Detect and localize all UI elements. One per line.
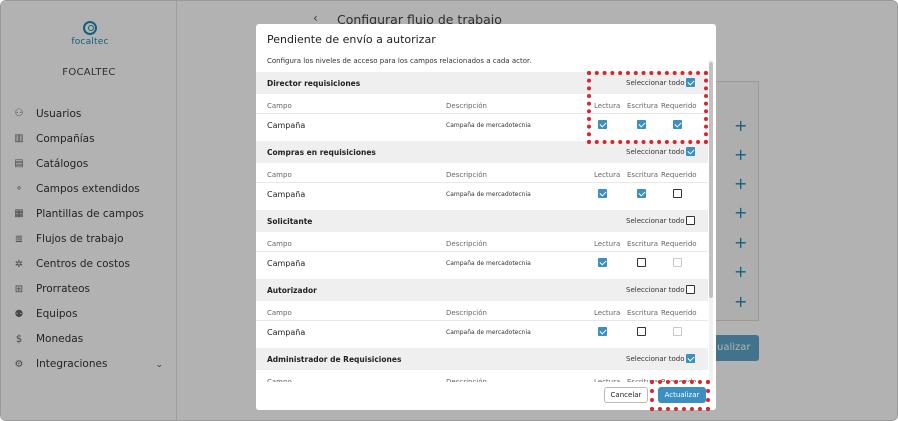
select-all-label: Seleccionar todo [626, 148, 685, 156]
modal-description: Configura los niveles de acceso para los… [267, 57, 532, 65]
modal-footer: Cancelar Actualizar [256, 382, 716, 410]
requerido-checkbox [673, 327, 682, 336]
highlight-update-button [650, 380, 710, 411]
column-header-descripcion: Descripción [446, 240, 487, 248]
column-header-descripcion: Descripción [446, 171, 487, 179]
field-name: Campaña [267, 190, 306, 199]
column-header-campo: Campo [267, 240, 292, 248]
column-header-escritura: Escritura [627, 309, 659, 317]
select-all-checkbox[interactable] [686, 285, 695, 294]
actor-section-header: Administrador de Requisiciones Selecciona… [256, 348, 708, 370]
column-header-row: Campo Descripción Lectura EscrituraRequerid… [256, 163, 708, 183]
lectura-checkbox[interactable] [598, 189, 607, 198]
requerido-checkbox [673, 258, 682, 267]
column-header-row: Campo Descripción Lectura EscrituraRequerid… [256, 232, 708, 252]
column-header-lectura: Lectura [594, 171, 621, 179]
field-description: Campaña de mercadotecnia [446, 260, 531, 267]
lectura-checkbox[interactable] [598, 258, 607, 267]
column-header-lectura: Lectura [594, 309, 621, 317]
column-header-requerido: Requerido [661, 309, 697, 317]
actor-section-header: Solicitante Seleccionar todo [256, 210, 708, 232]
highlight-select-all-box [587, 71, 708, 144]
column-header-requerido: Requerido [661, 240, 697, 248]
lectura-checkbox[interactable] [598, 327, 607, 336]
actor-name: Autorizador [267, 286, 317, 295]
select-all-checkbox[interactable] [686, 216, 695, 225]
column-header-escritura: Escritura [627, 171, 659, 179]
escritura-checkbox[interactable] [637, 327, 646, 336]
table-row: Campaña Campaña de mercadotecnia [256, 321, 708, 343]
actor-name: Administrador de Requisiciones [267, 355, 402, 364]
escritura-checkbox[interactable] [637, 258, 646, 267]
actor-name: Director requisiciones [267, 79, 361, 88]
actor-name: Compras en requisiciones [267, 148, 376, 157]
modal-title: Pendiente de envío a autorizar [267, 33, 436, 46]
actor-name: Solicitante [267, 217, 313, 226]
select-all-label: Seleccionar todo [626, 217, 685, 225]
column-header-campo: Campo [267, 102, 292, 110]
requerido-checkbox[interactable] [673, 189, 682, 198]
column-header-descripcion: Descripción [446, 102, 487, 110]
select-all-label: Seleccionar todo [626, 355, 685, 363]
field-description: Campaña de mercadotecnia [446, 122, 531, 129]
actor-section-header: Compras en requisiciones Seleccionar todo [256, 141, 708, 163]
column-header-lectura: Lectura [594, 240, 621, 248]
app-window: focaltec FOCALTEC ⚇ Usuarios ▥ Compañías ▤… [0, 0, 898, 421]
select-all-checkbox[interactable] [686, 147, 695, 156]
escritura-checkbox[interactable] [637, 189, 646, 198]
field-description: Campaña de mercadotecnia [446, 329, 531, 336]
select-all-checkbox[interactable] [686, 354, 695, 363]
actor-section: Compras en requisiciones Seleccionar todo… [256, 141, 708, 205]
scrollbar-thumb[interactable] [709, 62, 713, 298]
field-name: Campaña [267, 259, 306, 268]
actor-section-header: Autorizador Seleccionar todo [256, 279, 708, 301]
field-name: Campaña [267, 328, 306, 337]
field-name: Campaña [267, 121, 306, 130]
column-header-row: Campo Descripción Lectura EscrituraRequerid… [256, 301, 708, 321]
column-header-campo: Campo [267, 309, 292, 317]
actor-section: Solicitante Seleccionar todo Campo Descripc… [256, 210, 708, 274]
column-header-descripcion: Descripción [446, 309, 487, 317]
select-all-label: Seleccionar todo [626, 286, 685, 294]
column-header-campo: Campo [267, 171, 292, 179]
table-row: Campaña Campaña de mercadotecnia [256, 252, 708, 274]
field-description: Campaña de mercadotecnia [446, 191, 531, 198]
cancel-button[interactable]: Cancelar [604, 387, 648, 403]
table-row: Campaña Campaña de mercadotecnia [256, 183, 708, 205]
column-header-requerido: Requerido [661, 171, 697, 179]
actor-section: Autorizador Seleccionar todo Campo Descripc… [256, 279, 708, 343]
column-header-escritura: Escritura [627, 240, 659, 248]
